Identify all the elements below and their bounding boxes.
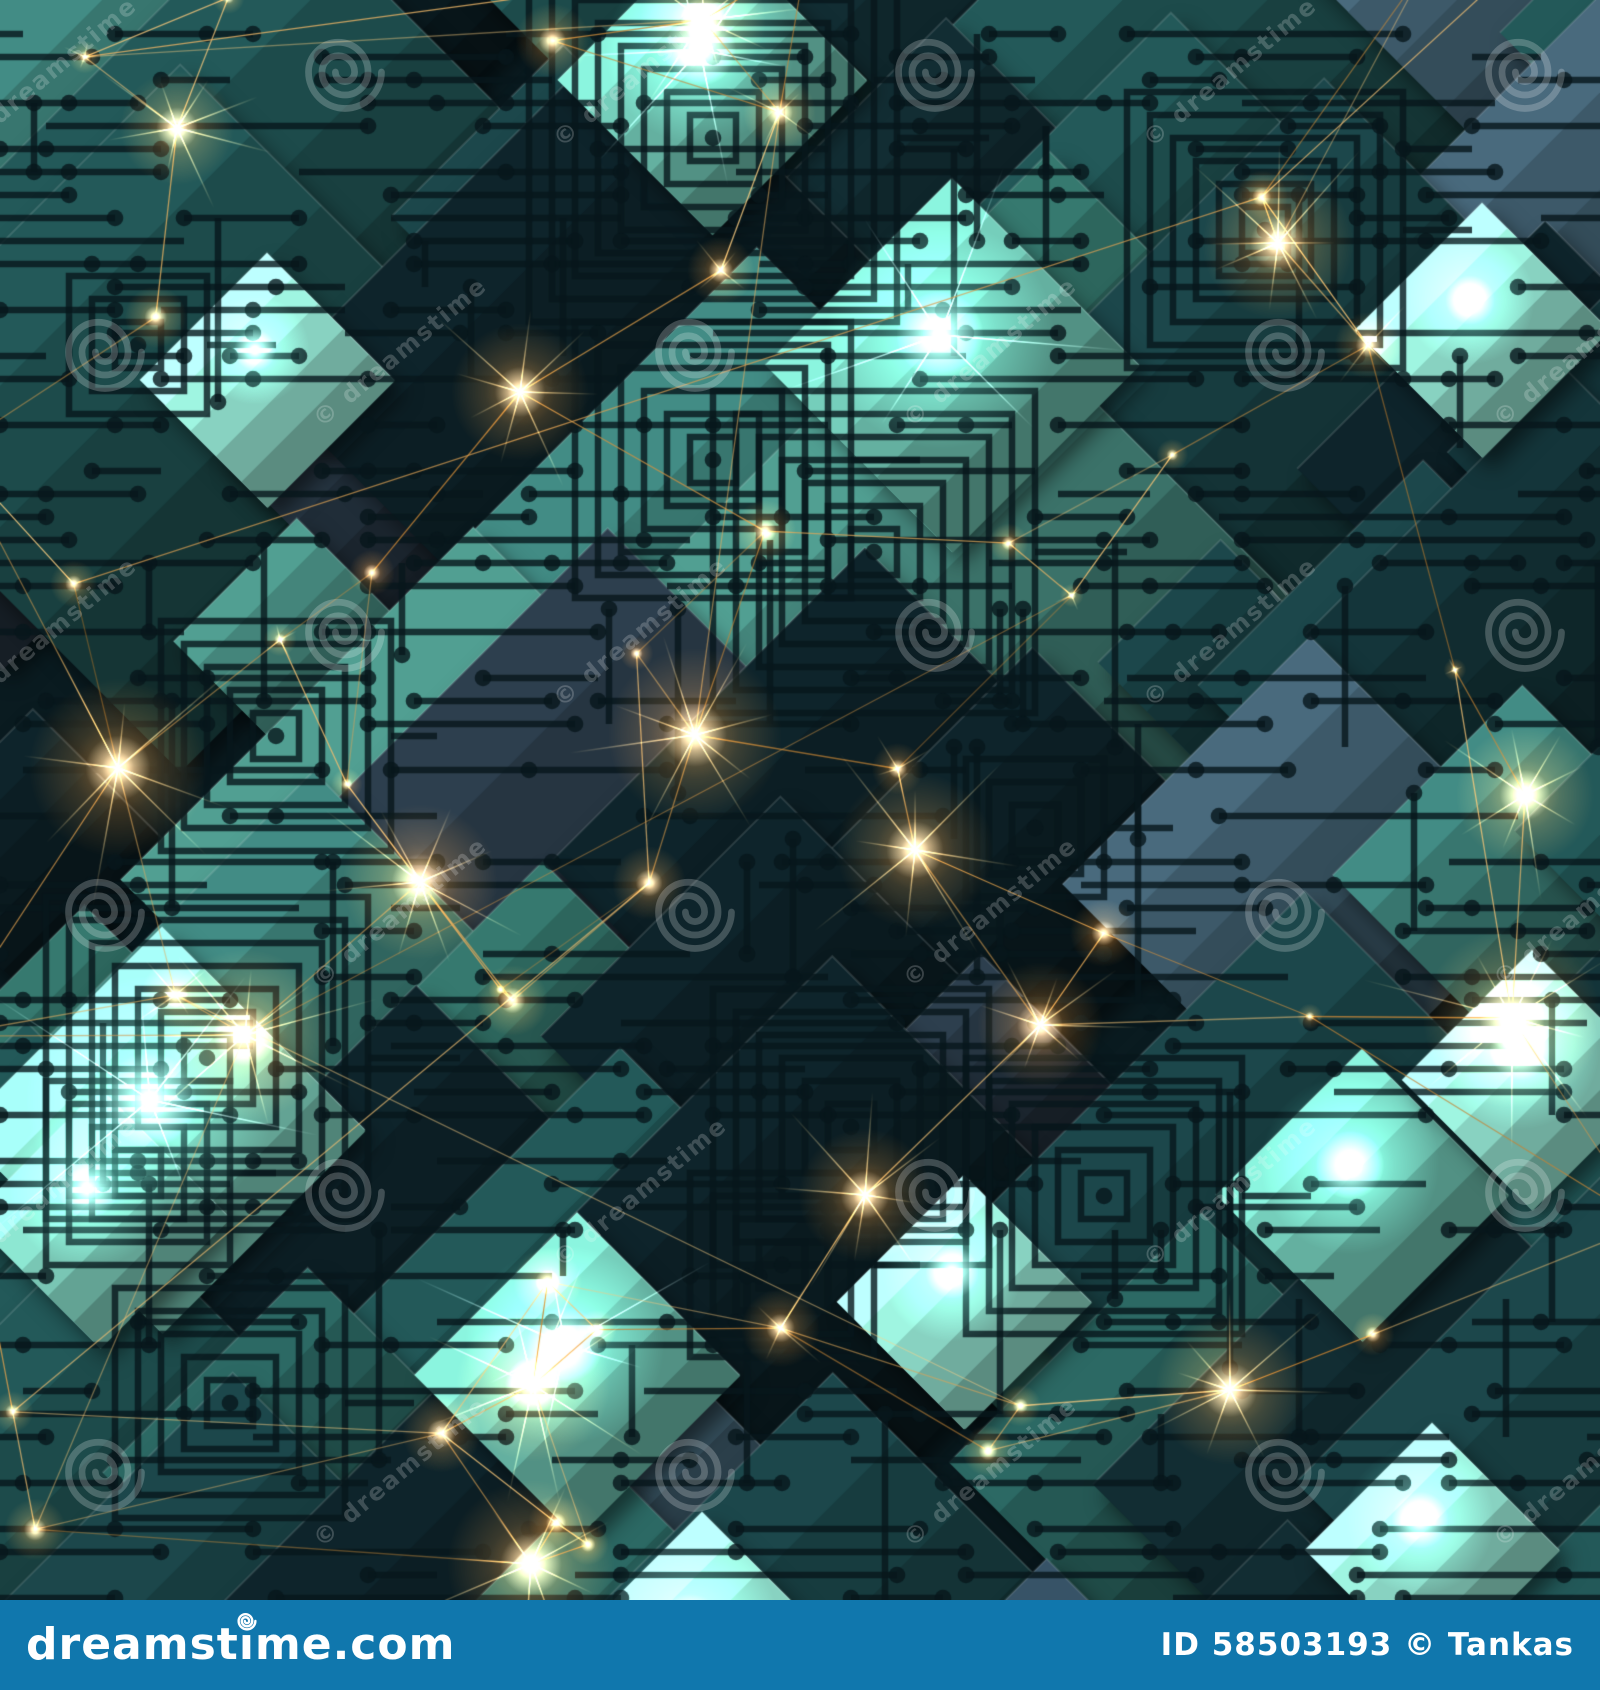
dreamstime-spiral-icon [237, 1612, 257, 1631]
logo-letter-i: ı [237, 1612, 257, 1667]
abstract-pattern-canvas [0, 0, 1600, 1600]
logo-text-pre: dreamst [26, 1619, 239, 1670]
image-credit: ID 58503193 © Tankas [1160, 1627, 1574, 1663]
dreamstime-logo: dreamst ı me.com [26, 1612, 456, 1670]
stock-image-page: © dreamstime © dreamstime © dreamstime © dr… [0, 0, 1600, 1690]
dreamstime-footer-bar: dreamst ı me.com ID 58503193 © Tankas [0, 1600, 1600, 1690]
logo-text-post: me.com [254, 1619, 456, 1670]
